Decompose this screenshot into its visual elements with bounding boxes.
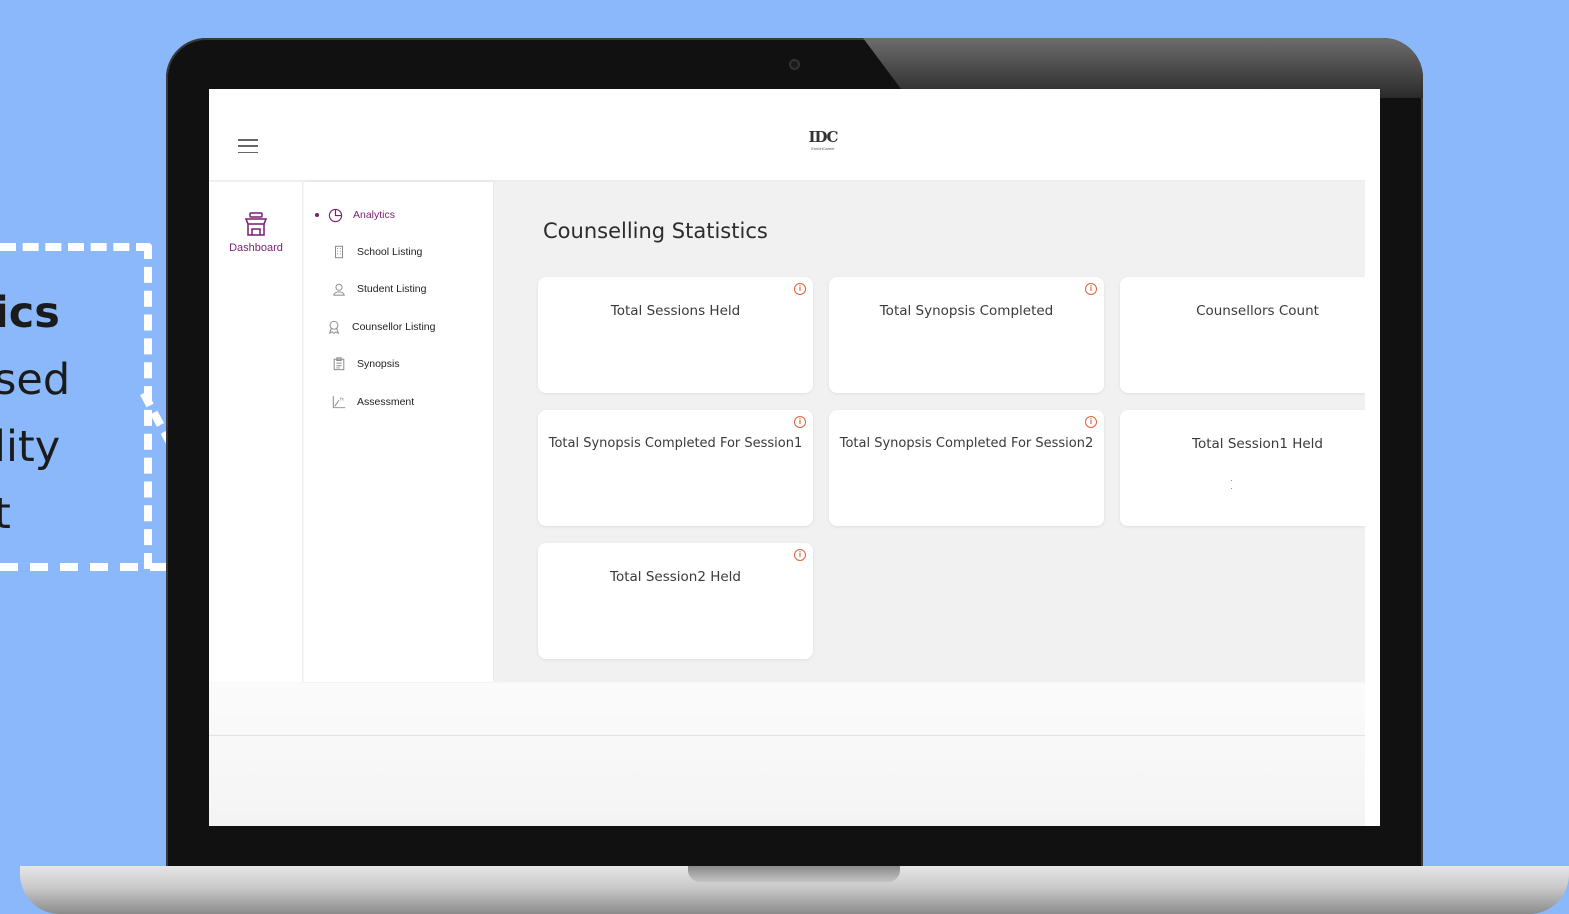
submenu-item-synopsis[interactable]: Synopsis	[331, 354, 400, 374]
laptop-notch	[688, 866, 900, 882]
callout-line: lity	[0, 422, 61, 472]
stat-card: Total Session1 Held · ·	[1120, 410, 1365, 526]
rail-item-label: Dashboard	[229, 242, 283, 254]
award-icon	[326, 319, 342, 335]
logo-mark: IDC	[808, 127, 839, 146]
hamburger-menu-icon[interactable]	[238, 139, 258, 153]
building-icon	[331, 244, 347, 260]
stat-card: Total Synopsis Completed For Session2 i	[829, 410, 1104, 526]
submenu-item-label: Analytics	[353, 209, 396, 221]
callout-line: ics	[0, 288, 60, 338]
card-title: Total Synopsis Completed For Session1	[548, 436, 803, 451]
clipboard-icon	[331, 356, 347, 372]
app-screen: IDC EnrichCareer Dashboard Analytics Sch…	[209, 89, 1380, 826]
submenu-item-label: Student Listing	[357, 283, 427, 295]
card-title: Total Session2 Held	[610, 569, 741, 585]
card-title: Counsellors Count	[1196, 303, 1319, 319]
info-icon[interactable]: i	[794, 283, 806, 295]
screen-edge	[1365, 89, 1380, 826]
submenu-item-analytics[interactable]: Analytics	[315, 205, 395, 225]
divider	[209, 735, 1365, 736]
card-title: Total Sessions Held	[610, 303, 741, 319]
rail-item-dashboard[interactable]: Dashboard	[209, 210, 303, 254]
info-icon[interactable]: i	[1085, 283, 1097, 295]
submenu-item-label: Counsellor Listing	[352, 321, 436, 333]
submenu-item-label: School Listing	[357, 246, 423, 258]
icon-rail: Dashboard	[209, 182, 303, 682]
card-title: Total Session1 Held	[1192, 436, 1323, 452]
card-title: Total Synopsis Completed For Session2	[839, 436, 1094, 451]
logo-subtitle: EnrichCareer	[811, 145, 835, 151]
info-icon[interactable]: i	[794, 549, 806, 561]
stat-card: Total Synopsis Completed For Session1 i	[538, 410, 813, 526]
submenu-item-counsellor-listing[interactable]: Counsellor Listing	[326, 317, 435, 337]
stat-card: Total Synopsis Completed i	[829, 277, 1104, 393]
submenu: Analytics School Listing Student Listing…	[304, 182, 493, 682]
main-content: Counselling Statistics Total Sessions He…	[494, 182, 1365, 682]
callout-text: ics sed lity t	[0, 280, 134, 548]
page-title: Counselling Statistics	[543, 219, 768, 243]
top-bar: IDC EnrichCareer	[209, 89, 1365, 181]
active-bullet	[315, 213, 319, 217]
stat-card: Counsellors Count	[1120, 277, 1365, 393]
submenu-item-assessment[interactable]: fx Assessment	[331, 392, 414, 412]
stat-card: Total Sessions Held i	[538, 277, 813, 393]
submenu-item-school-listing[interactable]: School Listing	[331, 242, 422, 262]
loading-indicator: · ·	[1230, 475, 1233, 493]
submenu-item-student-listing[interactable]: Student Listing	[331, 279, 426, 299]
card-title: Total Synopsis Completed	[879, 303, 1054, 319]
function-chart-icon: fx	[331, 394, 347, 410]
store-icon	[244, 212, 268, 236]
info-icon[interactable]: i	[1085, 416, 1097, 428]
submenu-item-label: Synopsis	[357, 358, 400, 370]
info-icon[interactable]: i	[794, 416, 806, 428]
submenu-item-label: Assessment	[357, 396, 415, 408]
user-icon	[331, 281, 347, 297]
pie-chart-icon	[327, 207, 343, 223]
stat-card: Total Session2 Held i	[538, 543, 813, 659]
camera-icon	[789, 59, 800, 70]
footer	[209, 683, 1365, 826]
callout-line: t	[0, 489, 11, 539]
svg-text:fx: fx	[340, 396, 345, 402]
callout-line: sed	[0, 355, 71, 405]
app-logo[interactable]: IDC EnrichCareer	[803, 123, 843, 155]
